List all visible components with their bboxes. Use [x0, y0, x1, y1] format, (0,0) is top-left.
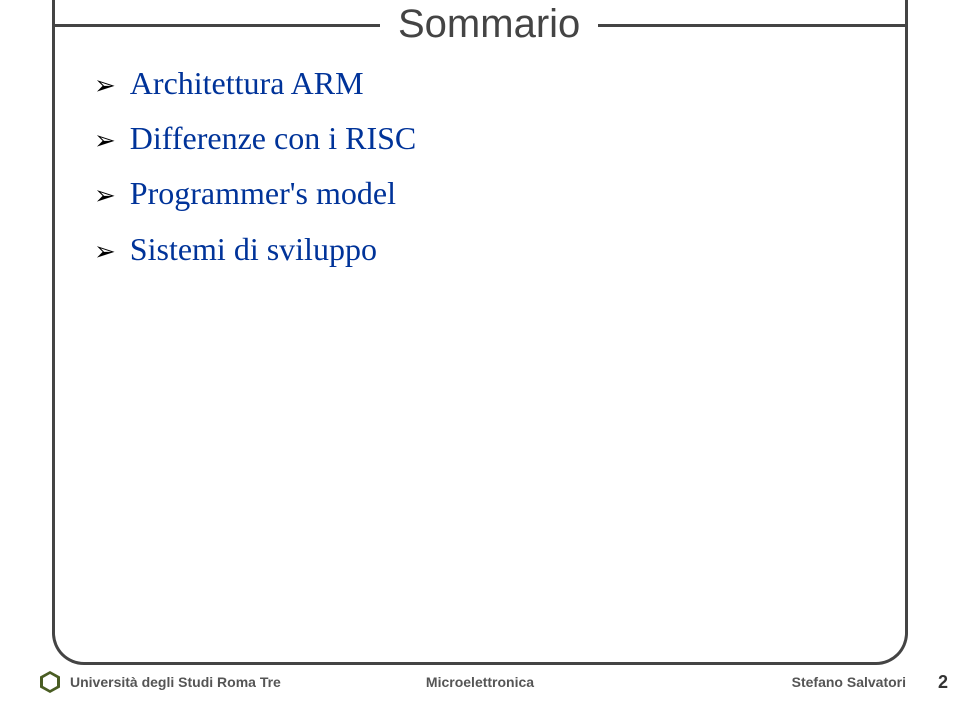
- bullet-text: Differenze con i RISC: [130, 117, 416, 160]
- list-item: ➢ Architettura ARM: [94, 62, 874, 105]
- footer-author: Stefano Salvatori: [792, 674, 906, 690]
- footer-course: Microelettronica: [426, 674, 534, 690]
- university-logo-icon: [40, 671, 60, 693]
- arrow-icon: ➢: [94, 68, 116, 103]
- bullet-list: ➢ Architettura ARM ➢ Differenze con i RI…: [94, 62, 874, 283]
- bullet-text: Programmer's model: [130, 172, 396, 215]
- title-header: Sommario: [0, 0, 960, 48]
- page-title: Sommario: [380, 2, 598, 47]
- footer-page-number: 2: [938, 672, 948, 693]
- arrow-icon: ➢: [94, 123, 116, 158]
- footer: Università degli Studi Roma Tre Microele…: [0, 669, 960, 695]
- list-item: ➢ Differenze con i RISC: [94, 117, 874, 160]
- slide: Sommario ➢ Architettura ARM ➢ Differenze…: [0, 0, 960, 705]
- bullet-text: Sistemi di sviluppo: [130, 228, 377, 271]
- bullet-text: Architettura ARM: [130, 62, 364, 105]
- footer-university: Università degli Studi Roma Tre: [70, 674, 281, 690]
- arrow-icon: ➢: [94, 234, 116, 269]
- list-item: ➢ Programmer's model: [94, 172, 874, 215]
- arrow-icon: ➢: [94, 178, 116, 213]
- list-item: ➢ Sistemi di sviluppo: [94, 228, 874, 271]
